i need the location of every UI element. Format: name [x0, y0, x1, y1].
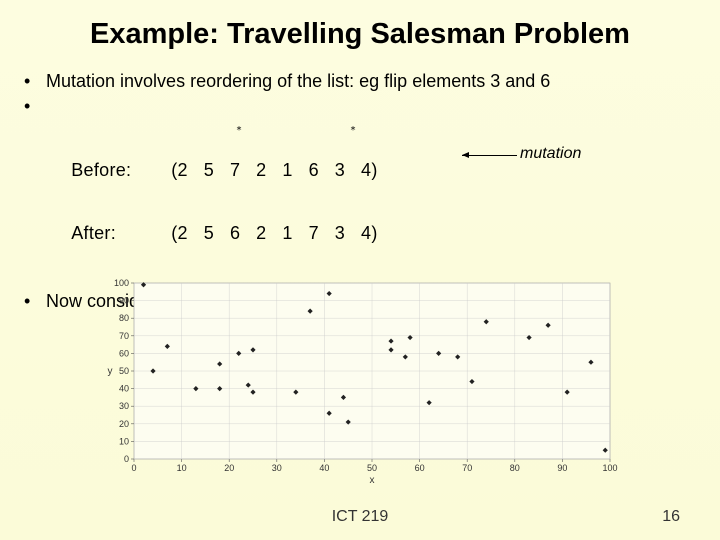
footer-page-number: 16 — [662, 508, 680, 526]
svg-text:0: 0 — [124, 454, 129, 464]
svg-text:20: 20 — [224, 463, 234, 473]
svg-text:10: 10 — [119, 436, 129, 446]
svg-text:50: 50 — [119, 366, 129, 376]
svg-text:100: 100 — [114, 278, 129, 288]
svg-text:40: 40 — [119, 384, 129, 394]
bullet-dot-icon: • — [24, 96, 46, 117]
svg-text:60: 60 — [415, 463, 425, 473]
svg-text:80: 80 — [510, 463, 520, 473]
svg-text:90: 90 — [557, 463, 567, 473]
after-sequence: (2 5 6 2 1 7 3 4) — [171, 223, 377, 243]
svg-text:50: 50 — [367, 463, 377, 473]
bullet-1-text: Mutation involves reordering of the list… — [46, 71, 550, 92]
svg-text:10: 10 — [177, 463, 187, 473]
svg-text:0: 0 — [131, 463, 136, 473]
svg-text:x: x — [370, 475, 375, 485]
after-label: After: — [71, 223, 171, 244]
swap-marker-icon: * — [350, 125, 356, 136]
svg-text:y: y — [108, 366, 113, 377]
mutation-annotation: mutation — [520, 145, 581, 163]
bullet-1: • Mutation involves reordering of the li… — [0, 71, 720, 92]
svg-text:40: 40 — [319, 463, 329, 473]
before-label: Before: — [71, 160, 171, 181]
bullet-empty: • — [0, 96, 720, 117]
svg-text:30: 30 — [119, 401, 129, 411]
svg-text:60: 60 — [119, 348, 129, 358]
swap-marker-icon: * — [236, 125, 242, 136]
svg-text:80: 80 — [119, 313, 129, 323]
bullet-dot-icon: • — [24, 71, 46, 92]
before-sequence: (2 5 7 2 1 6 3 4) — [171, 160, 377, 180]
svg-text:70: 70 — [462, 463, 472, 473]
footer-course-code: ICT 219 — [0, 508, 720, 526]
svg-text:30: 30 — [272, 463, 282, 473]
mutation-example: * * Before:(2 5 7 2 1 6 3 4) After:(2 5 … — [50, 139, 720, 265]
svg-text:20: 20 — [119, 419, 129, 429]
bullet-dot-icon: • — [24, 291, 46, 312]
svg-text:70: 70 — [119, 331, 129, 341]
cities-scatter-chart: 0 10 20 30 40 50 60 70 80 90 100 0 10 20 30 40 50 60 70 80 9… — [100, 275, 620, 485]
page-title: Example: Travelling Salesman Problem — [0, 0, 720, 61]
svg-text:100: 100 — [602, 463, 617, 473]
svg-text:90: 90 — [119, 296, 129, 306]
arrow-left-icon — [462, 155, 517, 156]
